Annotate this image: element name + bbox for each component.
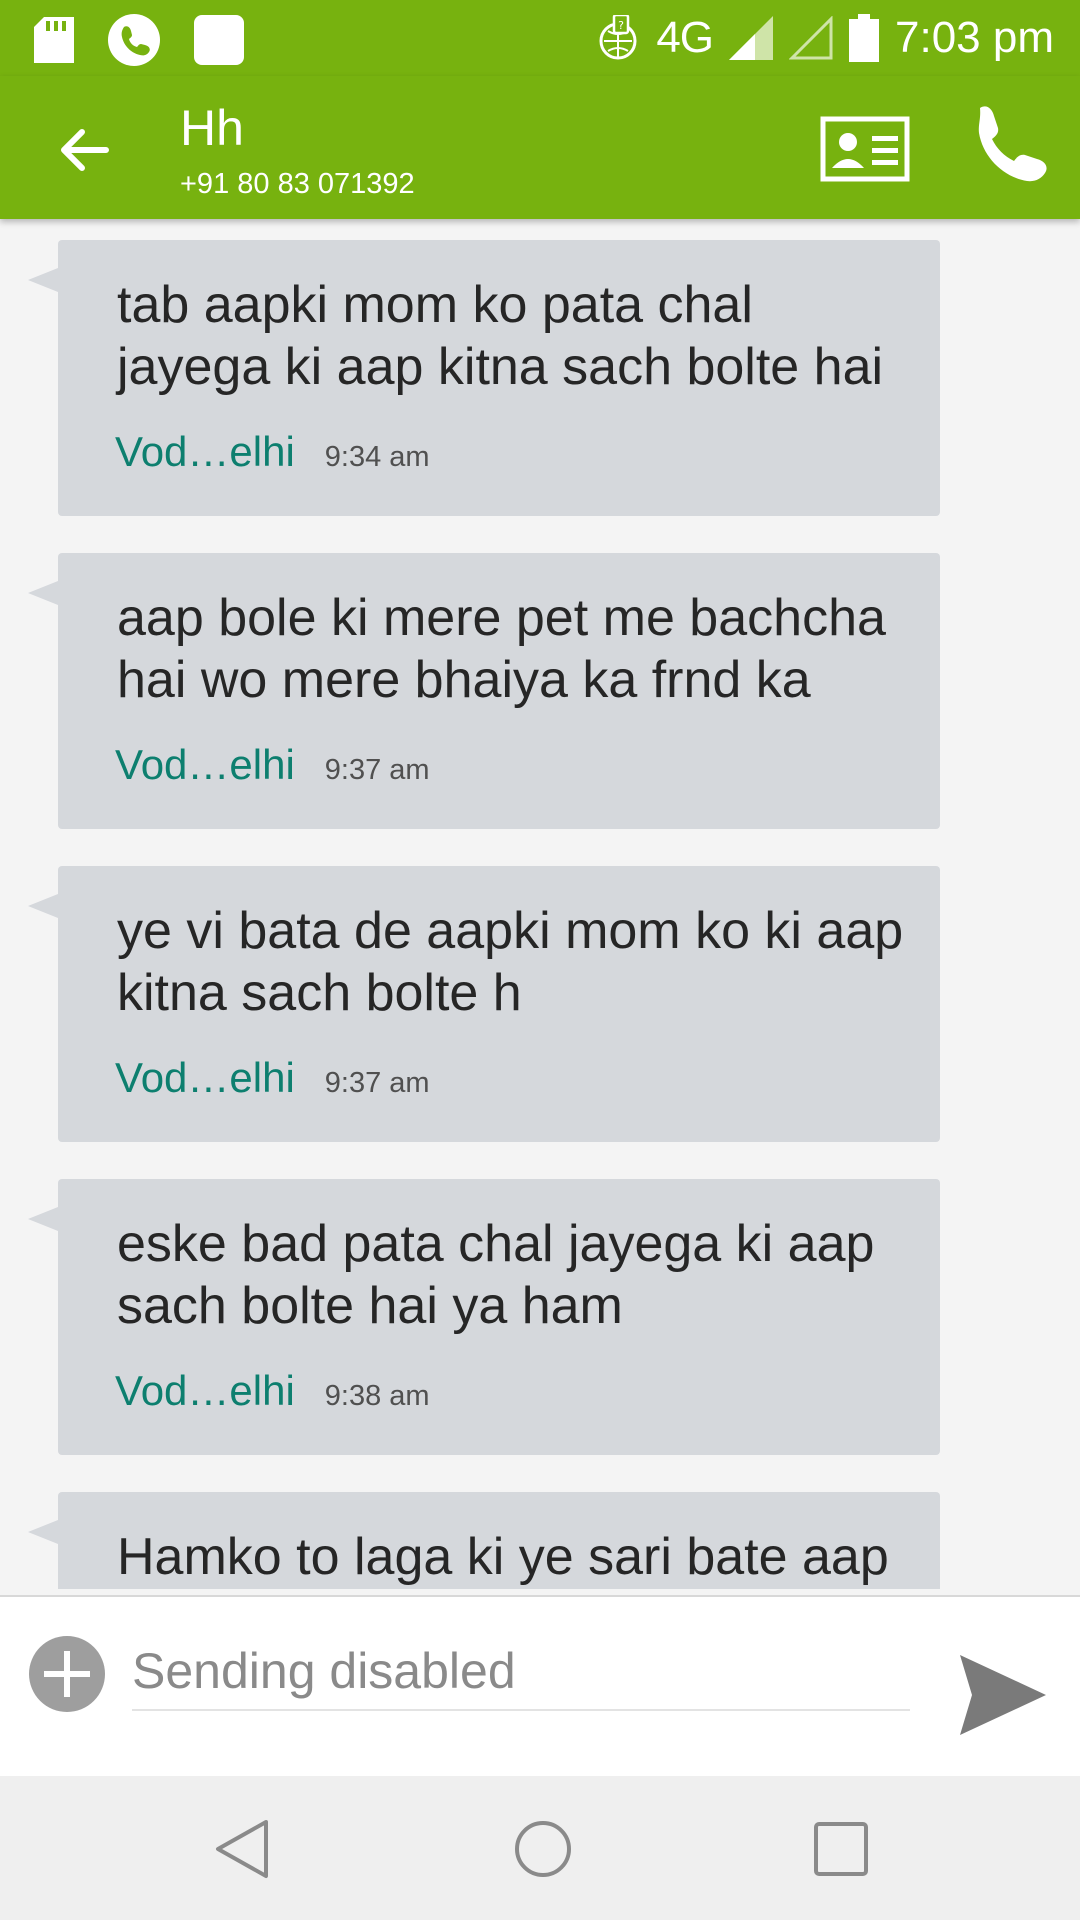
nav-back-icon[interactable] — [210, 1816, 276, 1882]
message-text: Hamko to laga ki ye sari bate aap — [117, 1528, 889, 1586]
contact-name: Hh — [180, 100, 244, 156]
message-time: 9:37 am — [324, 1067, 430, 1099]
add-icon[interactable] — [28, 1635, 106, 1713]
message-carrier: Vod…elhi — [115, 741, 295, 788]
clock: 7:03 pm — [895, 13, 1054, 62]
message-time: 9:34 am — [324, 441, 430, 473]
svg-text:?: ? — [618, 19, 624, 32]
message-meta: Vod…elhi 9:38 am — [115, 1367, 430, 1415]
contact-phone: +91 80 83 071392 — [180, 168, 415, 200]
nav-recents-icon[interactable] — [808, 1816, 874, 1882]
message-text: aap bole ki mere pet me bachcha hai wo m… — [117, 589, 886, 709]
conversation-header: Hh +91 80 83 071392 — [0, 76, 1080, 219]
message-bubble[interactable]: ye vi bata de aapki mom ko ki aap kitna … — [28, 866, 940, 1142]
system-nav-bar — [0, 1776, 1080, 1920]
message-carrier: Vod…elhi — [115, 1367, 295, 1414]
message-meta: Vod…elhi 9:34 am — [115, 428, 430, 476]
phone-icon — [108, 14, 160, 66]
contact-card-icon[interactable] — [820, 116, 910, 182]
message-input[interactable] — [132, 1633, 910, 1711]
message-time: 9:38 am — [324, 1380, 430, 1412]
message-bubble[interactable]: tab aapki mom ko pata chal jayega ki aap… — [28, 240, 940, 516]
status-left-icons — [34, 14, 244, 66]
compose-bar — [0, 1595, 1080, 1777]
signal-icon — [729, 16, 774, 60]
battery-icon — [849, 14, 880, 62]
sd-card-icon — [34, 17, 74, 63]
message-text: tab aapki mom ko pata chal jayega ki aap… — [117, 276, 884, 396]
message-text: ye vi bata de aapki mom ko ki aap kitna … — [117, 902, 904, 1022]
status-right-icons: ? 4G 7:03 pm — [596, 8, 1054, 68]
message-bubble[interactable]: eske bad pata chal jayega ki aap sach bo… — [28, 1179, 940, 1455]
message-time: 9:37 am — [324, 754, 430, 786]
network-type: 4G — [656, 13, 714, 62]
nav-home-icon[interactable] — [510, 1816, 576, 1882]
message-meta: Vod…elhi 9:37 am — [115, 1054, 430, 1102]
message-list[interactable]: tab aapki mom ko pata chal jayega ki aap… — [0, 219, 1080, 1589]
signal-empty-icon — [789, 16, 833, 60]
message-bubble[interactable]: aap bole ki mere pet me bachcha hai wo m… — [28, 553, 940, 829]
send-icon[interactable] — [958, 1649, 1048, 1739]
call-icon[interactable] — [962, 100, 1052, 190]
app-icon — [194, 15, 244, 65]
message-bubble[interactable]: Hamko to laga ki ye sari bate aap — [28, 1492, 940, 1589]
message-meta: Vod…elhi 9:37 am — [115, 741, 430, 789]
message-text: eske bad pata chal jayega ki aap sach bo… — [117, 1215, 875, 1335]
back-arrow-icon[interactable] — [54, 120, 114, 180]
status-bar: ? 4G 7:03 pm — [0, 0, 1080, 76]
message-carrier: Vod…elhi — [115, 1054, 295, 1101]
message-carrier: Vod…elhi — [115, 428, 295, 475]
data-saver-icon: ? — [599, 15, 637, 60]
